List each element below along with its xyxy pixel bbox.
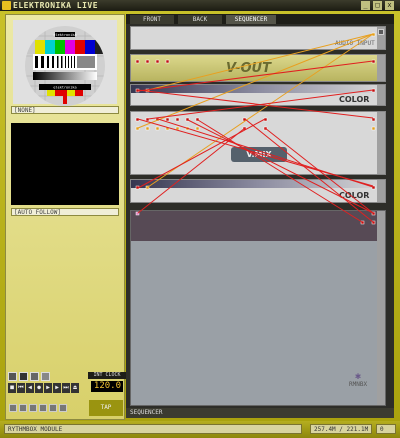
app-window: ELEKTRONIKA LIVE _ □ x elektronika elekt… — [0, 0, 400, 438]
module-audio-input[interactable]: AUDIO INPUT — [130, 26, 386, 50]
open-file-icon[interactable] — [19, 404, 27, 412]
module-color-1[interactable]: COLOR — [130, 84, 386, 106]
rack-handle[interactable] — [377, 180, 385, 202]
settings-icon[interactable] — [41, 372, 50, 381]
color-label: COLOR — [339, 95, 370, 104]
color-strip — [131, 180, 385, 188]
rewind-start-icon[interactable]: ⏮ — [17, 383, 25, 393]
help-icon[interactable] — [59, 404, 67, 412]
minimize-button[interactable]: _ — [361, 1, 370, 10]
tap-tempo-button[interactable]: TAP — [89, 400, 123, 416]
window-title: ELEKTRONIKA LIVE — [13, 1, 99, 10]
loop-icon[interactable] — [19, 372, 28, 381]
rewind-icon[interactable]: ◀ — [26, 383, 34, 393]
clock-source-label[interactable]: INT CLOCK — [88, 372, 126, 379]
module-rythmbox[interactable]: ✱ RMNBX — [130, 210, 386, 406]
record-button-icon[interactable]: ● — [35, 383, 43, 393]
rack-handle[interactable] — [377, 211, 385, 405]
maximize-button[interactable]: □ — [373, 1, 382, 10]
module-vout[interactable]: V-OUT — [130, 54, 386, 82]
memory-display: 257.4M / 221.1M — [310, 424, 372, 434]
copy-icon[interactable] — [39, 404, 47, 412]
tab-back[interactable]: BACK — [178, 15, 222, 24]
color-label: COLOR — [339, 191, 370, 200]
close-button[interactable]: x — [385, 1, 394, 10]
stop-icon[interactable]: ■ — [8, 383, 16, 393]
view-tabs: FRONT BACK SEQUENCER — [126, 14, 394, 24]
color-strip — [131, 85, 385, 93]
module-vmix[interactable]: V.MIX — [130, 111, 386, 175]
rack-handle[interactable] — [377, 112, 385, 174]
rythmbox-header — [131, 211, 385, 241]
status-message: RYTHMBOX MODULE — [4, 424, 302, 434]
sequencer-tab[interactable]: SEQUENCER — [126, 408, 394, 418]
vout-panel: V-OUT — [131, 55, 385, 81]
play-icon[interactable]: ▶ — [44, 383, 52, 393]
new-file-icon[interactable] — [9, 404, 17, 412]
left-panel: elektronika elektronika [NONE] [AUTO FOL… — [5, 14, 125, 420]
svg-text:elektronika: elektronika — [53, 86, 76, 90]
auto-follow-label[interactable]: [AUTO FOLLOW] — [11, 208, 119, 216]
paste-icon[interactable] — [49, 404, 57, 412]
svg-text:elektronika: elektronika — [53, 33, 76, 37]
forward-end-icon[interactable]: ⏭ — [62, 383, 70, 393]
transport-panel: INT CLOCK ■ ⏮ ◀ ● ▶ ▶ ⏭ ⏏ 120.0 TAP — [5, 372, 126, 417]
audio-input-label: AUDIO INPUT — [335, 40, 375, 47]
save-file-icon[interactable] — [29, 404, 37, 412]
tab-front[interactable]: FRONT — [130, 15, 174, 24]
title-bar: ELEKTRONIKA LIVE _ □ x — [0, 0, 400, 11]
forward-icon[interactable]: ▶ — [53, 383, 61, 393]
status-bar: RYTHMBOX MODULE 257.4M / 221.1M 0 — [0, 421, 400, 438]
edit-icon[interactable] — [30, 372, 39, 381]
eject-icon[interactable]: ⏏ — [71, 383, 79, 393]
testcard-graphic: elektronika elektronika — [25, 26, 105, 106]
preview-testcard[interactable]: elektronika elektronika — [13, 20, 117, 106]
counter-display: 0 — [376, 424, 396, 434]
rack-handle[interactable] — [377, 85, 385, 105]
rack-area: FRONT BACK SEQUENCER AUDIO INPUT V-OUT C… — [126, 14, 394, 418]
testcard-circle: elektronika elektronika — [25, 26, 105, 106]
vout-label: V-OUT — [226, 61, 271, 76]
rythmbox-label: RMNBX — [349, 381, 368, 388]
preview-source-label[interactable]: [NONE] — [11, 106, 119, 114]
tab-sequencer[interactable]: SEQUENCER — [226, 15, 276, 24]
bpm-display[interactable]: 120.0 — [91, 381, 123, 392]
monitor-output — [11, 123, 119, 205]
connector-knob[interactable] — [378, 29, 384, 35]
vmix-button[interactable]: V.MIX — [231, 147, 287, 162]
module-color-2[interactable]: COLOR — [130, 179, 386, 203]
rack-handle[interactable] — [377, 55, 385, 81]
app-logo-icon — [2, 1, 11, 10]
record-icon[interactable] — [8, 372, 17, 381]
